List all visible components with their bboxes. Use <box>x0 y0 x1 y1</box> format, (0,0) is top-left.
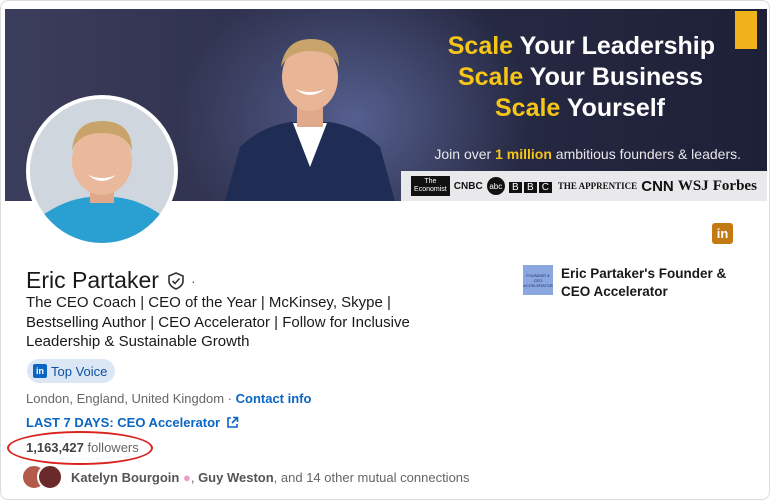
subline-suffix: ambitious founders & leaders. <box>551 146 741 162</box>
external-link-icon[interactable] <box>226 416 239 429</box>
profile-headline: The CEO Coach | CEO of the Year | McKins… <box>26 294 410 350</box>
mutual-separator: , <box>190 469 199 485</box>
featured-link-text[interactable]: LAST 7 DAYS: CEO Accelerator <box>26 415 220 430</box>
banner-person-photo <box>225 39 395 201</box>
linkedin-icon-glyph: in <box>716 226 729 241</box>
mutual-rest: , and 14 other mutual connections <box>273 469 470 485</box>
wsj-logo: WSJ <box>677 177 709 194</box>
mutual-avatar <box>37 464 63 490</box>
banner-headline: Scale Your Leadership Scale Your Busines… <box>448 31 715 124</box>
mutual-text: Katelyn Bourgoin ●, Guy Weston, and 14 o… <box>71 470 470 485</box>
avatar-photo <box>30 99 174 243</box>
ribbon-decoration <box>735 11 757 49</box>
top-voice-badge[interactable]: in Top Voice <box>27 359 116 383</box>
profile-name: Eric Partaker <box>26 267 159 293</box>
linkedin-icon[interactable]: in <box>712 223 733 244</box>
headline-text: Yourself <box>560 94 665 122</box>
verified-shield-icon[interactable] <box>167 271 185 290</box>
bbc-logo: BBC <box>508 177 554 195</box>
mutual-connections[interactable]: Katelyn Bourgoin ●, Guy Weston, and 14 o… <box>21 464 470 490</box>
profile-card: Scale Your Leadership Scale Your Busines… <box>0 0 770 500</box>
company-logo-text: FOUNDER & CEO ACCELERATOR <box>523 272 553 288</box>
annotation-circle <box>7 431 153 465</box>
company-name: Eric Partaker's Founder & CEO Accelerato… <box>561 266 727 299</box>
avatar[interactable] <box>26 95 178 247</box>
forbes-logo: Forbes <box>712 177 757 194</box>
location-text: London, England, United Kingdom <box>26 391 225 406</box>
cnbc-logo: CNBC <box>453 180 483 192</box>
featured-link[interactable]: LAST 7 DAYS: CEO Accelerator <box>26 415 239 430</box>
banner-subline: Join over 1 million ambitious founders &… <box>434 146 741 162</box>
top-voice-label: Top Voice <box>51 363 108 379</box>
subline-prefix: Join over <box>434 146 496 162</box>
economist-logo: The Economist <box>411 176 450 196</box>
headline-text: Your Leadership <box>513 32 715 60</box>
brain-icon: ● <box>182 469 191 485</box>
headline-accent: Scale <box>494 94 561 122</box>
apprentice-logo: THE APPRENTICE <box>557 181 638 191</box>
abc-logo: abc <box>486 177 505 195</box>
contact-info-link[interactable]: Contact info <box>236 391 312 406</box>
name-separator: · <box>190 272 196 289</box>
cnn-logo: CNN <box>641 177 674 195</box>
company-logo: FOUNDER & CEO ACCELERATOR <box>523 265 553 295</box>
current-company[interactable]: FOUNDER & CEO ACCELERATOR Eric Partaker'… <box>523 265 751 300</box>
headline-accent: Scale <box>457 63 524 91</box>
subline-accent: 1 million <box>495 146 552 162</box>
headline-accent: Scale <box>447 32 514 60</box>
location-row: London, England, United Kingdom · Contac… <box>26 391 311 406</box>
profile-name-row: Eric Partaker · <box>26 267 196 294</box>
media-logos-strip: The Economist CNBC abc BBC THE APPRENTICE… <box>401 171 767 201</box>
headline-text: Your Business <box>523 63 703 91</box>
mutual-name: Katelyn Bourgoin <box>71 469 180 485</box>
linkedin-badge-icon: in <box>33 364 47 378</box>
location-separator: · <box>224 391 236 406</box>
mutual-name: Guy Weston <box>198 469 274 485</box>
